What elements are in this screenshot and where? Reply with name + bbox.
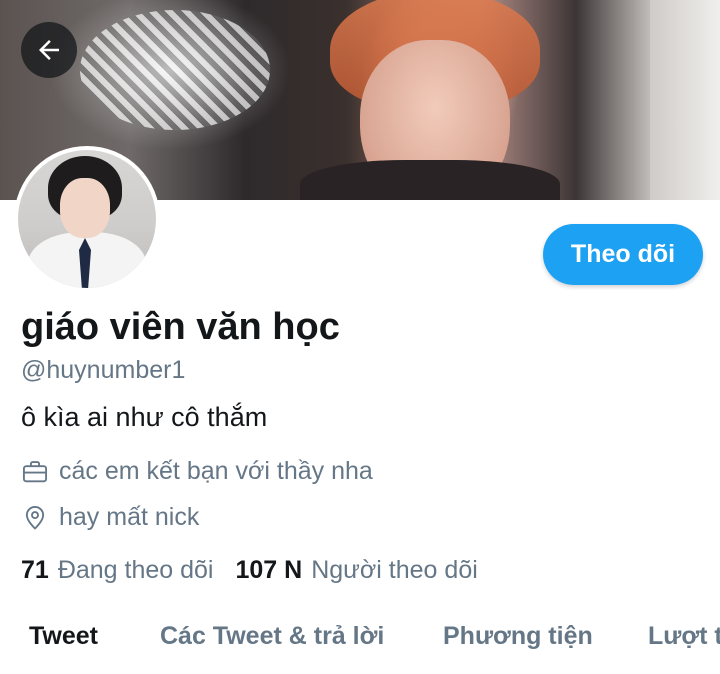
location-pin-icon	[25, 505, 45, 530]
following-stat[interactable]: 71 Đang theo dõi	[21, 556, 214, 585]
follow-stats: 71 Đang theo dõi 107 N Người theo dõi	[21, 556, 478, 585]
tab-tweets[interactable]: Tweet	[29, 606, 98, 651]
tab-tweets-and-replies[interactable]: Các Tweet & trả lời	[160, 606, 384, 651]
display-name: giáo viên văn học	[21, 306, 340, 348]
profile-tabs: Tweet Các Tweet & trả lời Phương tiện Lư…	[0, 606, 720, 674]
arrow-left-icon	[39, 40, 59, 60]
profile-job-row: các em kết bạn với thầy nha	[21, 457, 373, 486]
following-count: 71	[21, 556, 49, 584]
follow-button[interactable]: Theo dõi	[543, 224, 703, 285]
profile-job-text: các em kết bạn với thầy nha	[59, 457, 373, 485]
avatar-image	[18, 150, 156, 288]
user-handle: @huynumber1	[21, 356, 186, 384]
back-button[interactable]	[21, 22, 77, 78]
avatar[interactable]	[14, 146, 160, 292]
banner-suit-shape	[300, 160, 560, 200]
briefcase-icon	[22, 460, 48, 482]
tab-media[interactable]: Phương tiện	[443, 606, 593, 651]
followers-label: Người theo dõi	[311, 556, 478, 584]
profile-location-text: hay mất nick	[59, 503, 200, 531]
banner-panel-shape	[650, 0, 720, 200]
banner-lamp-shape	[80, 10, 270, 130]
profile-location-row: hay mất nick	[21, 503, 199, 532]
followers-count: 107 N	[235, 556, 303, 584]
tab-likes[interactable]: Lượt thích	[648, 606, 720, 651]
following-label: Đang theo dõi	[57, 556, 214, 584]
profile-bio: ô kìa ai như cô thắm	[21, 402, 268, 432]
followers-stat[interactable]: 107 N Người theo dõi	[236, 556, 478, 585]
